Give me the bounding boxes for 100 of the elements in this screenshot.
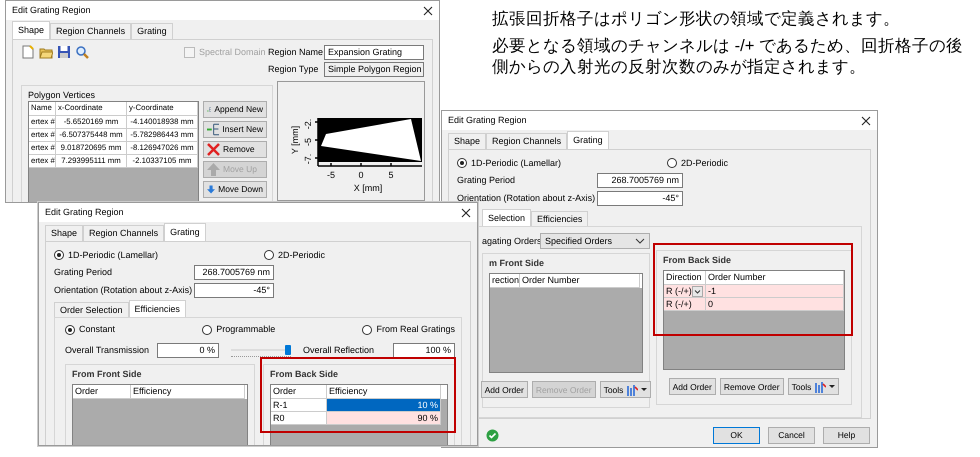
button[interactable]: Insert New (203, 120, 267, 138)
tab[interactable]: Order Selection (54, 302, 129, 318)
check-icon (486, 428, 499, 442)
field-label: Overall Reflection (303, 345, 374, 356)
radio-button[interactable] (362, 324, 372, 335)
group-title: Polygon Vertices (28, 90, 96, 101)
button[interactable]: Help (823, 426, 870, 444)
input-field[interactable]: 268.7005769 nm (194, 264, 274, 280)
button[interactable]: Tools (788, 378, 840, 396)
field-label: Region Type (268, 64, 320, 75)
radio-button[interactable] (667, 158, 677, 168)
tab[interactable]: Efficiencies (531, 210, 588, 226)
field-label: Grating Period (457, 174, 516, 186)
dropdown-value: Specified Orders (545, 236, 612, 247)
down-arrow-icon (207, 182, 216, 196)
close-icon[interactable] (861, 116, 871, 126)
button[interactable]: Remove (203, 140, 267, 158)
table-cell: R0 (271, 412, 327, 425)
tools-icon (626, 384, 638, 396)
input-field[interactable]: 268.7005769 nm (597, 172, 683, 188)
button[interactable]: OK (713, 426, 760, 444)
caret-icon (641, 388, 648, 392)
caption-text: 必要となる領域のチャンネルは -/+ であるため、回折格子の後側からの入射光の反射次数のみが指定されます。 (492, 34, 964, 78)
input-field[interactable]: -45° (597, 190, 683, 206)
window-title: Edit Grating Region (45, 207, 124, 218)
radio-button[interactable] (202, 324, 212, 335)
field-label: Orientation (Rotation about z-Axis) (54, 284, 194, 296)
input-field[interactable]: Simple Polygon Region (324, 62, 424, 77)
radio-label: 1D-Periodic (Lamellar) (68, 250, 158, 261)
tab[interactable]: Grating (567, 131, 609, 149)
tick-label: -7. (303, 154, 313, 164)
field-label: Overall Transmission (65, 345, 150, 356)
table-cell: -1 (706, 285, 844, 298)
radio-button[interactable] (54, 250, 64, 260)
button[interactable]: Remove Order (720, 378, 784, 396)
input-field[interactable]: 0 % (157, 343, 220, 358)
column-header: Order Number (520, 274, 640, 288)
tab[interactable]: Shape (448, 133, 486, 149)
radio-label: 1D-Periodic (Lamellar) (471, 158, 562, 169)
dropdown[interactable]: Specified Orders (540, 233, 650, 250)
table-cell: 0 (706, 298, 844, 312)
tick-label: -2. (303, 118, 313, 130)
radio-label: From Real Gratings (376, 324, 455, 336)
chevron-icon (635, 238, 645, 244)
group-title: m Front Side (489, 258, 546, 270)
tab[interactable]: Shape (45, 225, 84, 241)
axis-label: X [mm] (354, 182, 382, 193)
tab[interactable]: Region Channels (83, 225, 164, 241)
up-arrow-icon (207, 162, 220, 176)
radio-button[interactable] (264, 250, 274, 260)
field-label: Region Name (268, 46, 324, 58)
dropdown-button[interactable] (692, 286, 703, 297)
search-icon (75, 44, 89, 59)
caption-text: 拡張回折格子はポリゴン形状の領域で定義されます。 (492, 8, 901, 30)
slider-thumb[interactable] (285, 344, 292, 355)
tick-label: -5 (327, 170, 335, 180)
radio-button[interactable] (65, 324, 75, 335)
axis-label: Y [mm] (290, 126, 300, 154)
button[interactable]: Cancel (768, 426, 815, 444)
field-label: agating Orders (482, 236, 540, 247)
field-label: Orientation (Rotation about z-Axis) (457, 192, 596, 204)
tab[interactable]: Efficiencies (128, 300, 186, 318)
tick-label: -5 (303, 138, 313, 146)
window-title: Edit Grating Region (12, 5, 91, 16)
radio-label: Programmable (216, 324, 276, 336)
button[interactable]: Append New (203, 100, 267, 118)
column-header: Order (73, 384, 131, 399)
window-title: Edit Grating Region (448, 115, 527, 126)
slider-track[interactable] (231, 344, 292, 357)
field-label: Grating Period (54, 266, 114, 278)
new-document-icon (21, 44, 35, 59)
input-field[interactable]: 100 % (393, 343, 455, 358)
button[interactable]: Tools (600, 381, 652, 398)
column-header: Efficiency (131, 384, 245, 399)
tab[interactable]: Grating (131, 23, 173, 39)
cell-text: R (-/+) (666, 298, 692, 310)
list-icon (207, 122, 220, 136)
tab[interactable]: Grating (164, 223, 206, 241)
input-field[interactable]: Expansion Grating (324, 44, 424, 60)
close-icon[interactable] (423, 6, 433, 16)
group-title: From Front Side (72, 369, 142, 380)
checkbox-label: Spectral Domain (199, 46, 266, 58)
radio-label: 2D-Periodic (278, 250, 326, 261)
tools-icon (814, 380, 826, 393)
close-icon[interactable] (461, 208, 471, 218)
radio-label: 2D-Periodic (681, 158, 728, 169)
tab[interactable]: Selection (482, 208, 532, 226)
tab[interactable]: Region Channels (50, 23, 132, 39)
button[interactable]: Move Down (203, 180, 267, 198)
save-icon (57, 44, 71, 59)
tab[interactable]: Region Channels (486, 133, 568, 149)
input-field[interactable]: -45° (194, 282, 274, 298)
button[interactable]: Add Order (668, 378, 716, 396)
remove-icon (207, 142, 220, 156)
tick-label: 0 (358, 170, 364, 180)
group-title: From Back Side (270, 369, 340, 380)
radio-label: Constant (79, 324, 116, 336)
radio-button[interactable] (457, 158, 467, 168)
tab[interactable]: Shape (12, 21, 50, 39)
button[interactable]: Add Order (480, 381, 528, 398)
